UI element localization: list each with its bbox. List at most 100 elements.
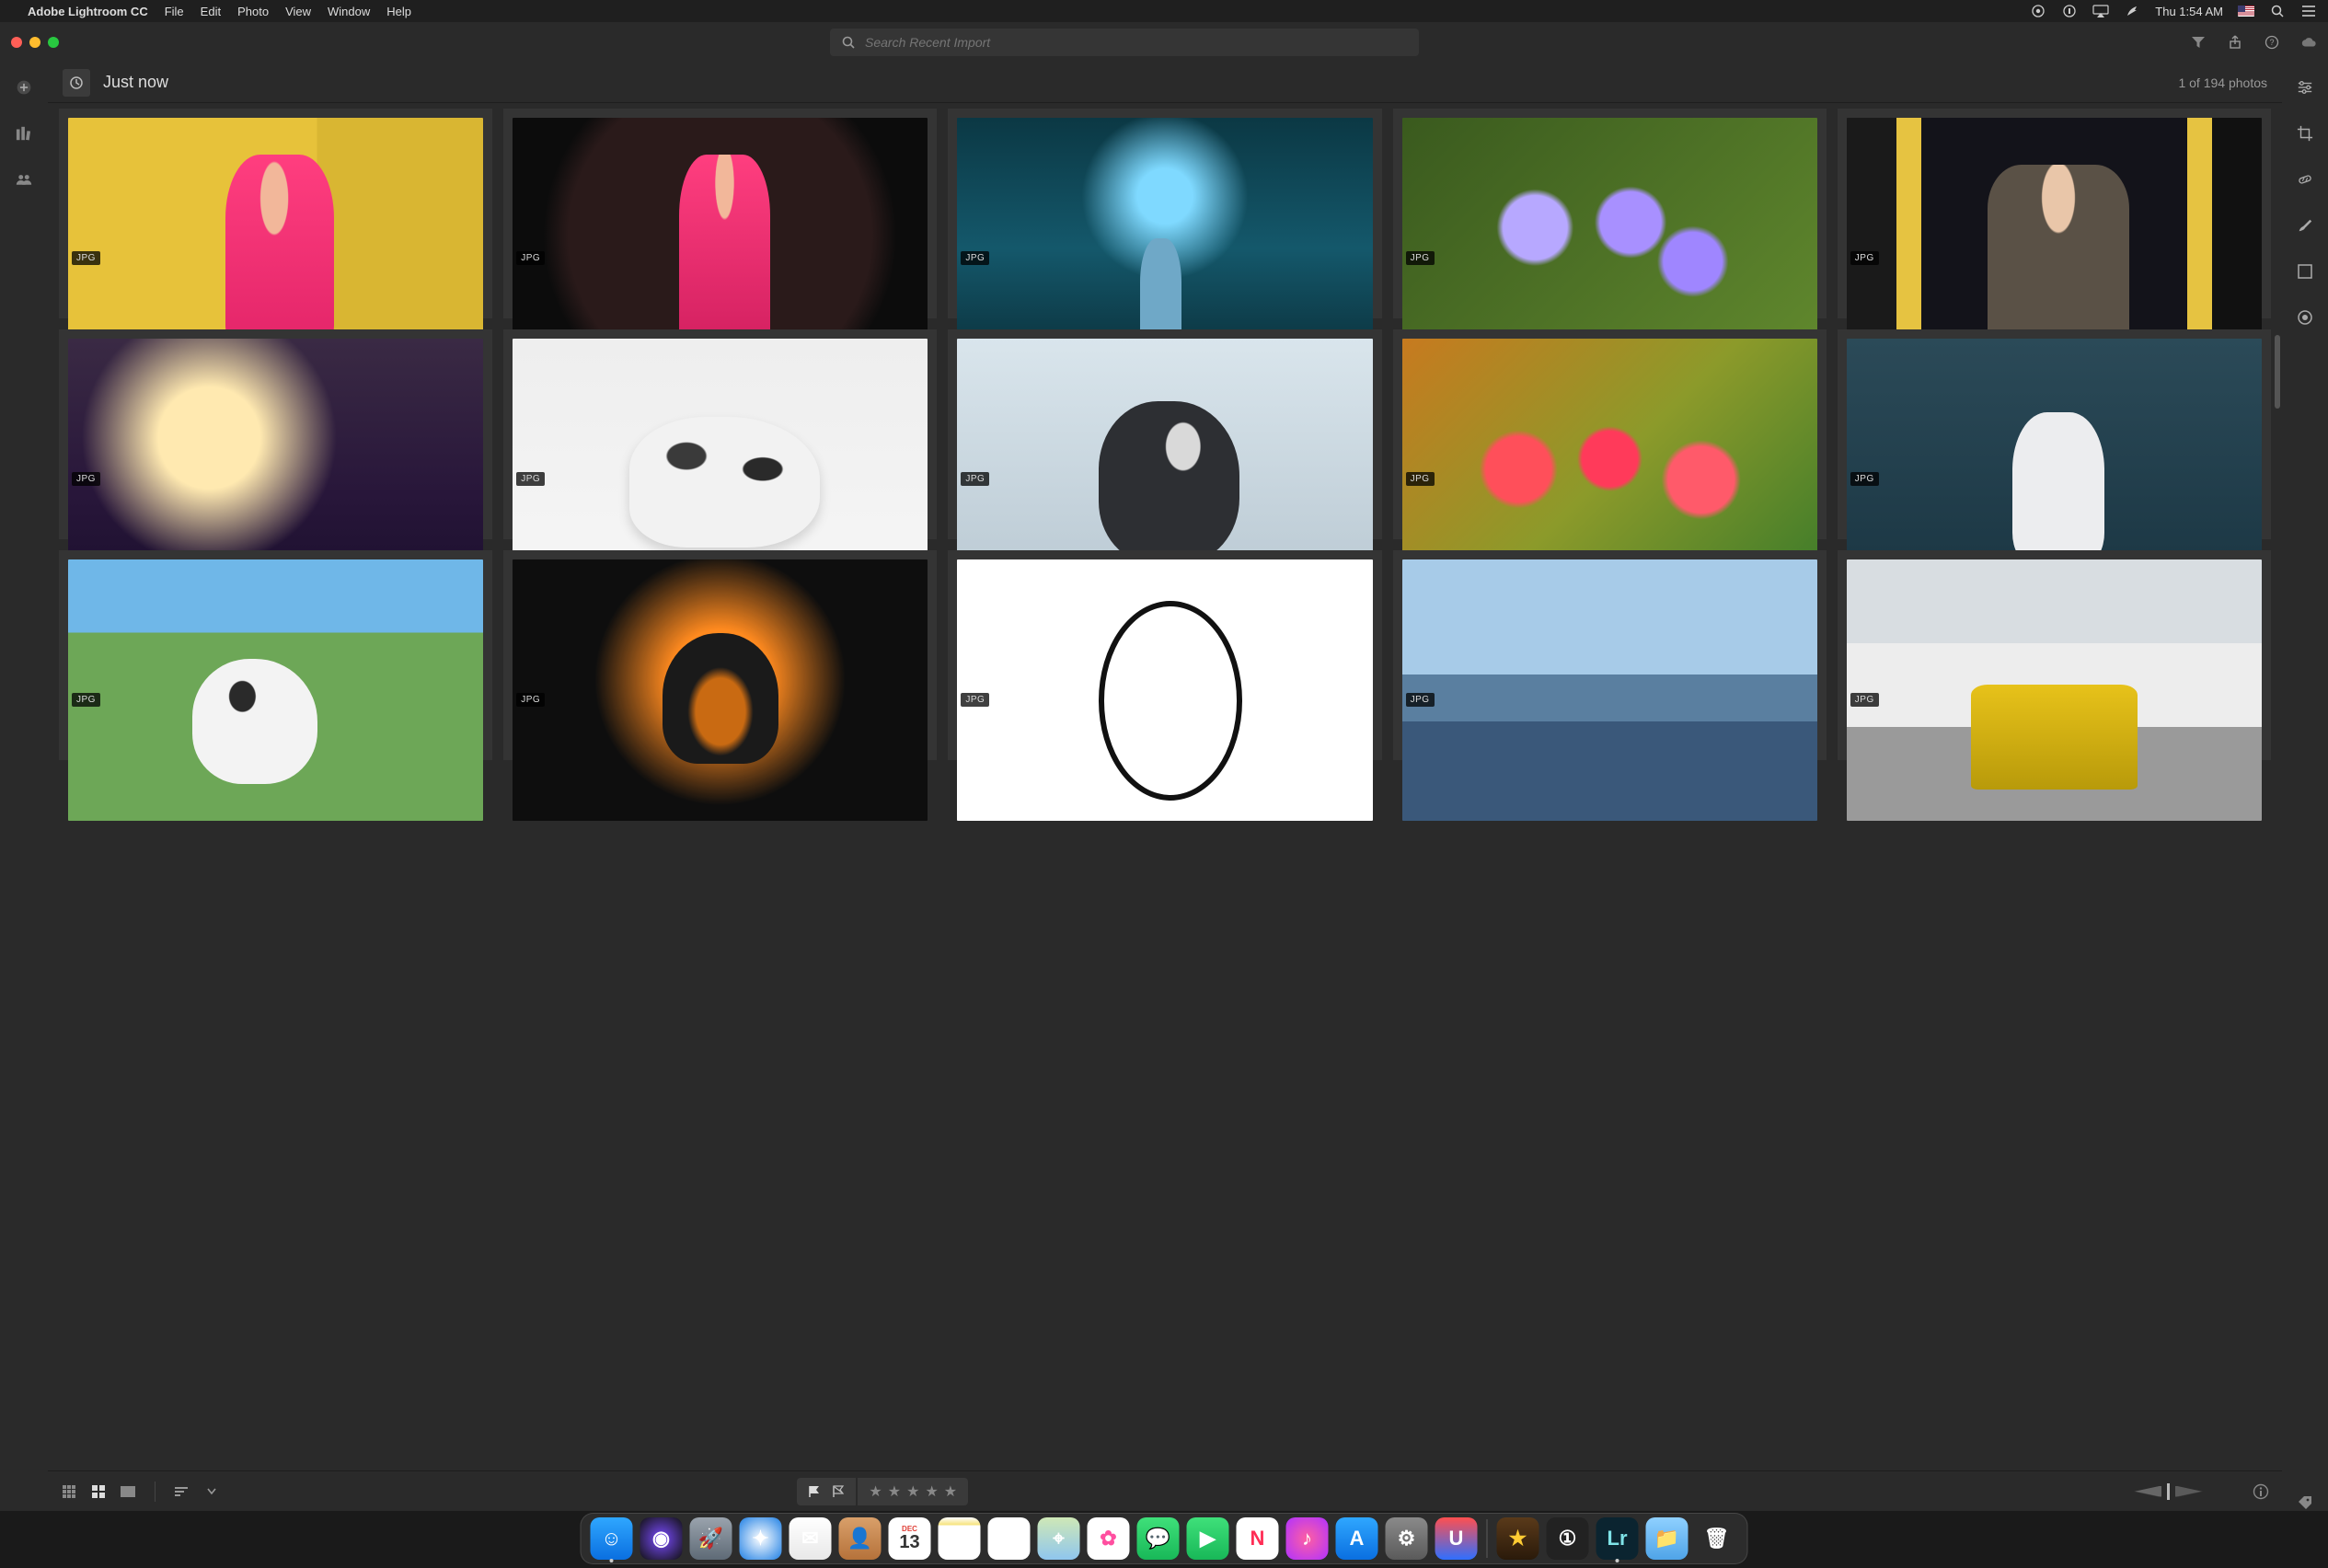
minimize-window-button[interactable] <box>29 37 40 48</box>
thumbnail-size-slider[interactable] <box>2110 1483 2227 1500</box>
dock-app-news[interactable]: N <box>1237 1517 1279 1560</box>
photo-cell[interactable]: JPG✓ <box>1393 109 1827 318</box>
format-badge: JPG <box>1850 251 1879 265</box>
zoom-window-button[interactable] <box>48 37 59 48</box>
zoom-handle[interactable] <box>2167 1483 2170 1500</box>
search-box[interactable] <box>830 29 1419 56</box>
menu-photo[interactable]: Photo <box>237 5 269 18</box>
format-badge: JPG <box>961 472 989 486</box>
dock-app-finder[interactable]: ☺ <box>591 1517 633 1560</box>
left-rail <box>0 63 48 1511</box>
share-icon[interactable] <box>2227 34 2243 51</box>
dock-app-facetime[interactable]: ▶ <box>1187 1517 1229 1560</box>
photo-cell[interactable]: JPG✓ <box>1838 329 2271 539</box>
radial-gradient-icon[interactable] <box>2297 309 2313 326</box>
menu-file[interactable]: File <box>165 5 184 18</box>
edit-panel-icon[interactable] <box>2297 79 2313 96</box>
flag-pick-button[interactable] <box>806 1483 823 1500</box>
photo-cell[interactable]: JPG✓ <box>59 109 492 318</box>
status-icon-2[interactable] <box>2124 3 2140 19</box>
dock-app-notes[interactable]: ≣ <box>939 1517 981 1560</box>
photo-cell[interactable]: JPG <box>1393 550 1827 760</box>
brush-icon[interactable] <box>2297 217 2313 234</box>
photo-cell[interactable]: JPG <box>59 550 492 760</box>
menu-window[interactable]: Window <box>328 5 370 18</box>
linear-gradient-icon[interactable] <box>2297 263 2313 280</box>
filter-icon[interactable] <box>2190 34 2207 51</box>
add-photos-button[interactable] <box>16 79 32 96</box>
input-source-flag-icon[interactable] <box>2238 6 2254 17</box>
format-badge: JPG <box>1406 693 1435 707</box>
close-window-button[interactable] <box>11 37 22 48</box>
photo-cell[interactable]: JPG★★★★★✓ <box>503 329 937 539</box>
section-title: Just now <box>103 73 168 92</box>
photo-count: 1 of 194 photos <box>2178 75 2267 90</box>
cloud-sync-icon[interactable] <box>2300 34 2317 51</box>
chevron-down-icon[interactable] <box>203 1483 220 1500</box>
rating-controls[interactable]: ★★★★★ <box>858 1478 968 1505</box>
format-badge: JPG <box>516 693 545 707</box>
photo-cell[interactable]: JPG✓ <box>503 109 937 318</box>
macos-menubar: Adobe Lightroom CC File Edit Photo View … <box>0 0 2328 22</box>
photo-cell[interactable]: JPG <box>503 550 937 760</box>
sharing-icon[interactable] <box>16 171 32 188</box>
photo-cell[interactable]: JPG <box>948 550 1381 760</box>
photo-cell[interactable]: JPG✓ <box>1838 109 2271 318</box>
photo-cell[interactable]: JPG✓ <box>948 329 1381 539</box>
scrollbar-thumb[interactable] <box>2275 335 2280 409</box>
crop-icon[interactable] <box>2297 125 2313 142</box>
menubar-clock[interactable]: Thu 1:54 AM <box>2155 5 2223 18</box>
app-name[interactable]: Adobe Lightroom CC <box>28 5 148 18</box>
help-icon[interactable]: ? <box>2264 34 2280 51</box>
dock-app-siri[interactable]: ◉ <box>640 1517 683 1560</box>
view-single-button[interactable] <box>120 1483 136 1500</box>
dock-app-calendar[interactable]: DEC13 <box>889 1517 931 1560</box>
dock-app-preferences[interactable]: ⚙ <box>1386 1517 1428 1560</box>
recent-badge-icon[interactable] <box>63 69 90 97</box>
status-icon-1[interactable] <box>2061 3 2078 19</box>
dock-app-lightroom[interactable]: Lr <box>1596 1517 1639 1560</box>
photo-grid-scroll[interactable]: JPG✓JPG✓JPG✓JPG✓JPG✓JPG✓JPG★★★★★✓JPG✓JPG… <box>48 103 2282 1470</box>
view-small-grid-button[interactable] <box>61 1483 77 1500</box>
sort-button[interactable] <box>174 1483 190 1500</box>
menu-view[interactable]: View <box>285 5 311 18</box>
search-input[interactable] <box>865 35 1408 50</box>
photo-cell[interactable]: JPG✓ <box>948 109 1381 318</box>
dock-app-imovie[interactable]: ★ <box>1497 1517 1539 1560</box>
dock-separator <box>1487 1519 1488 1558</box>
menu-help[interactable]: Help <box>386 5 411 18</box>
info-icon[interactable] <box>2253 1483 2269 1500</box>
airplay-icon[interactable] <box>2092 3 2109 19</box>
dock-app-magnet[interactable]: U <box>1435 1517 1478 1560</box>
window-controls <box>11 37 59 48</box>
dock-app-safari[interactable]: ✦ <box>740 1517 782 1560</box>
notification-center-icon[interactable] <box>2300 3 2317 19</box>
dock-app-mail[interactable]: ✉ <box>789 1517 832 1560</box>
dock-app-folder[interactable]: 📁 <box>1646 1517 1688 1560</box>
dock-app-launchpad[interactable]: 🚀 <box>690 1517 732 1560</box>
photo-cell[interactable]: JPG <box>1838 550 2271 760</box>
dock-app-contacts[interactable]: 👤 <box>839 1517 882 1560</box>
lightroom-window: ? Just now 1 of 194 photos JPG✓JPG✓JPG✓J… <box>0 22 2328 1511</box>
dock-app-messages[interactable]: 💬 <box>1137 1517 1180 1560</box>
format-badge: JPG <box>1850 472 1879 486</box>
format-badge: JPG <box>72 693 100 707</box>
menu-edit[interactable]: Edit <box>201 5 221 18</box>
dock-app-photos[interactable]: ✿ <box>1088 1517 1130 1560</box>
dock-app-appstore[interactable]: A <box>1336 1517 1378 1560</box>
format-badge: JPG <box>961 251 989 265</box>
dock-app-reminders[interactable]: ☰ <box>988 1517 1031 1560</box>
flag-reject-button[interactable] <box>830 1483 847 1500</box>
photo-cell[interactable]: JPG✓ <box>59 329 492 539</box>
dock-app-maps[interactable]: ⌖ <box>1038 1517 1080 1560</box>
keywords-icon[interactable] <box>2297 1494 2313 1511</box>
view-large-grid-button[interactable] <box>90 1483 107 1500</box>
cc-status-icon[interactable] <box>2030 3 2046 19</box>
healing-brush-icon[interactable] <box>2297 171 2313 188</box>
dock-app-1password[interactable]: ① <box>1547 1517 1589 1560</box>
spotlight-icon[interactable] <box>2269 3 2286 19</box>
my-photos-icon[interactable] <box>16 125 32 142</box>
dock-app-itunes[interactable]: ♪ <box>1286 1517 1329 1560</box>
photo-cell[interactable]: JPG✓ <box>1393 329 1827 539</box>
dock-app-trash[interactable]: 🗑 <box>1696 1517 1738 1560</box>
